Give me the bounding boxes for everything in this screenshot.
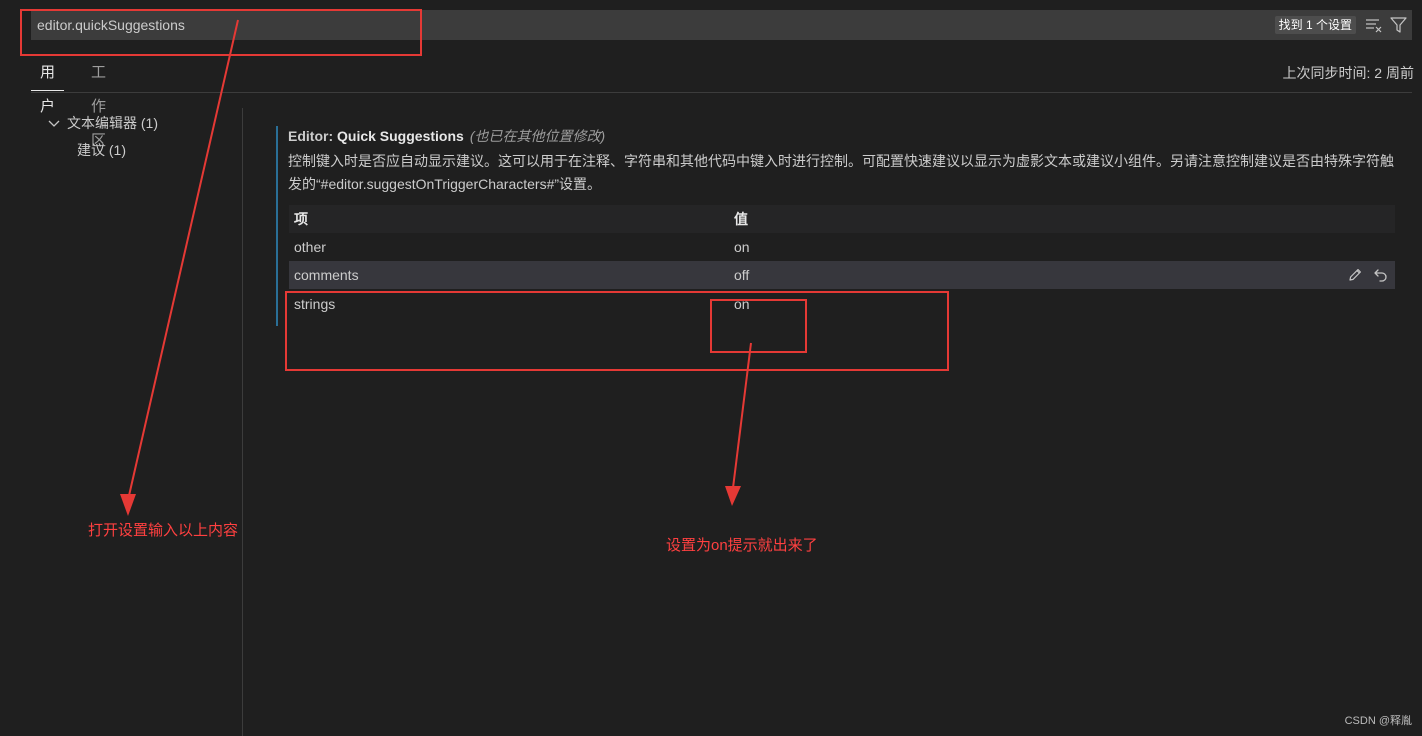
table-row[interactable]: strings on [289,290,1395,318]
setting-title: Editor: Quick Suggestions (也已在其他位置修改) [288,126,605,146]
row-value: on [734,239,750,255]
undo-icon[interactable] [1373,267,1389,283]
settings-search-bar: 找到 1 个设置 [31,10,1412,40]
toc-divider [242,108,243,736]
row-key: strings [294,296,336,312]
tabs-divider [31,92,1412,93]
table-header: 项 值 [289,205,1395,233]
toc-item-suggestions[interactable]: 建议 (1) [77,139,126,161]
annotation-arrow-right [732,342,752,489]
row-key: comments [294,267,359,283]
annotation-arrows [120,19,752,516]
pencil-icon[interactable] [1347,267,1363,283]
tab-user[interactable]: 用户 [31,56,65,115]
column-header-value: 值 [734,211,748,227]
setting-name: Quick Suggestions [337,128,464,144]
annotation-note-left: 打开设置输入以上内容 [88,522,239,539]
row-value: off [734,267,750,283]
row-key: other [294,239,326,255]
modified-indicator [276,126,278,326]
sync-status: 上次同步时间: 2 周前 [1282,65,1414,81]
search-result-count: 找到 1 个设置 [1274,16,1356,34]
filter-icon[interactable] [1390,17,1407,33]
table-row[interactable]: comments off [289,261,1395,289]
annotation-note-right: 设置为on提示就出来了 [666,537,818,554]
row-value: on [734,296,750,312]
chevron-down-icon [47,114,61,128]
setting-description: 控制键入时是否应自动显示建议。这可以用于在注释、字符串和其他代码中键入时进行控制… [288,153,1394,192]
settings-search-input[interactable] [37,10,837,40]
tab-workspace[interactable]: 工作区 [82,56,115,149]
clear-filter-icon[interactable] [1365,17,1382,33]
watermark: CSDN @释胤 [1344,715,1412,727]
toc-item-text-editor[interactable]: 文本编辑器 (1) [47,112,158,134]
toc-item-label: 文本编辑器 (1) [67,115,158,131]
setting-modified-note[interactable]: (也已在其他位置修改) [470,128,605,144]
column-header-key: 项 [294,211,308,227]
table-row[interactable]: other on [289,233,1395,261]
setting-category: Editor: [288,128,337,144]
